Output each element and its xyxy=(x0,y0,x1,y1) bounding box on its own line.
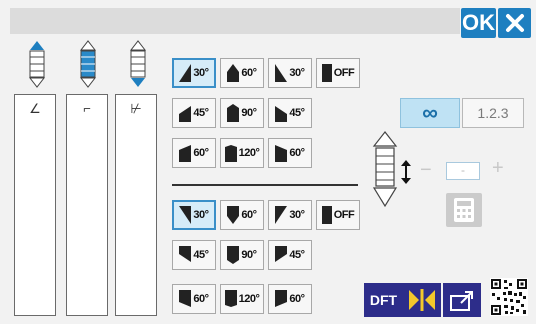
export-icon xyxy=(450,291,473,311)
column-panel-2[interactable]: ⌐ xyxy=(66,94,108,316)
pattern-label: 60° xyxy=(241,209,257,221)
stack-icon xyxy=(372,131,398,208)
mirror-button[interactable] xyxy=(403,283,441,317)
pattern-icon xyxy=(321,206,332,224)
increment-button[interactable]: + xyxy=(492,158,504,178)
pattern-icon xyxy=(275,64,288,82)
bottom-pattern-button-2[interactable]: 60° xyxy=(220,200,264,230)
bottom-pattern-button-7[interactable]: 45° xyxy=(268,240,312,270)
pattern-icon xyxy=(179,106,192,122)
infinite-mode-button[interactable]: ∞ xyxy=(400,98,460,128)
column-up-icon[interactable] xyxy=(26,40,48,88)
pattern-icon xyxy=(275,206,288,224)
default-button[interactable]: DFT xyxy=(364,283,403,317)
close-icon xyxy=(505,14,524,32)
pattern-label: 120° xyxy=(238,147,260,159)
calculator-icon xyxy=(454,198,474,222)
column-mark-3: ⊬ xyxy=(130,101,142,116)
pattern-label: 45° xyxy=(289,107,305,119)
export-button[interactable] xyxy=(443,283,481,317)
pattern-label: OFF xyxy=(333,209,355,221)
divider xyxy=(172,184,358,186)
pattern-icon xyxy=(227,104,240,122)
pattern-icon xyxy=(224,145,237,162)
height-arrow-icon xyxy=(401,160,411,184)
pattern-icon xyxy=(179,145,192,162)
bottom-pattern-button-8[interactable]: 60° xyxy=(172,284,216,314)
bottom-pattern-button-6[interactable]: 90° xyxy=(220,240,264,270)
qr-code-icon[interactable] xyxy=(490,278,528,316)
bottom-pattern-button-4[interactable]: OFF xyxy=(316,200,360,230)
column-down-icon[interactable] xyxy=(127,40,149,88)
title-bar xyxy=(10,8,460,34)
pattern-icon xyxy=(179,64,192,82)
pattern-label: 45° xyxy=(193,249,209,261)
pattern-icon xyxy=(179,206,192,224)
bottom-pattern-button-5[interactable]: 45° xyxy=(172,240,216,270)
pattern-label: 30° xyxy=(193,67,209,79)
pattern-label: 30° xyxy=(289,67,305,79)
pattern-icon xyxy=(227,246,240,264)
mirror-icon xyxy=(409,289,435,311)
pattern-label: 60° xyxy=(289,293,305,305)
pattern-icon xyxy=(275,106,288,122)
pattern-icon xyxy=(275,290,288,307)
calculator-button[interactable] xyxy=(446,193,482,227)
bottom-pattern-button-9[interactable]: 120° xyxy=(220,284,264,314)
top-pattern-button-5[interactable]: 45° xyxy=(172,98,216,128)
pattern-label: 90° xyxy=(241,107,257,119)
top-pattern-button-10[interactable]: 60° xyxy=(268,138,312,168)
pattern-icon xyxy=(179,246,192,262)
pattern-label: 30° xyxy=(193,209,209,221)
bottom-pattern-button-10[interactable]: 60° xyxy=(268,284,312,314)
column-mark-2: ⌐ xyxy=(83,101,91,116)
count-mode-button[interactable]: 1.2.3 xyxy=(462,98,524,128)
pattern-label: OFF xyxy=(333,67,355,79)
column-panel-3[interactable]: ⊬ xyxy=(115,94,157,316)
column-panel-1[interactable]: ∠ xyxy=(14,94,56,316)
pattern-icon xyxy=(275,246,288,262)
pattern-icon xyxy=(227,64,240,82)
pattern-label: 45° xyxy=(289,249,305,261)
pattern-label: 60° xyxy=(193,147,209,159)
top-pattern-button-3[interactable]: 30° xyxy=(268,58,312,88)
pattern-label: 60° xyxy=(193,293,209,305)
column-both-icon[interactable] xyxy=(77,40,99,88)
pattern-label: 60° xyxy=(289,147,305,159)
bottom-pattern-button-1[interactable]: 30° xyxy=(172,200,216,230)
pattern-label: 120° xyxy=(238,293,260,305)
pattern-label: 30° xyxy=(289,209,305,221)
pattern-label: 45° xyxy=(193,107,209,119)
top-pattern-button-6[interactable]: 90° xyxy=(220,98,264,128)
screen: OK ∠ ⌐ ⊬ 30° 60° 30° OFF 45° 90° 45° 60°… xyxy=(0,0,536,324)
height-input[interactable]: - xyxy=(446,162,480,180)
bottom-pattern-button-3[interactable]: 30° xyxy=(268,200,312,230)
pattern-label: 90° xyxy=(241,249,257,261)
top-pattern-button-1[interactable]: 30° xyxy=(172,58,216,88)
top-pattern-button-9[interactable]: 120° xyxy=(220,138,264,168)
top-pattern-button-7[interactable]: 45° xyxy=(268,98,312,128)
pattern-icon xyxy=(179,290,192,307)
ok-button[interactable]: OK xyxy=(461,8,496,38)
top-pattern-button-8[interactable]: 60° xyxy=(172,138,216,168)
column-mark-1: ∠ xyxy=(29,101,41,116)
top-pattern-button-2[interactable]: 60° xyxy=(220,58,264,88)
pattern-label: 60° xyxy=(241,67,257,79)
pattern-icon xyxy=(321,64,332,82)
close-button[interactable] xyxy=(498,8,531,38)
top-pattern-button-4[interactable]: OFF xyxy=(316,58,360,88)
decrement-button[interactable]: − xyxy=(420,160,432,180)
pattern-icon xyxy=(275,145,288,162)
pattern-icon xyxy=(227,206,240,224)
pattern-icon xyxy=(224,290,237,307)
